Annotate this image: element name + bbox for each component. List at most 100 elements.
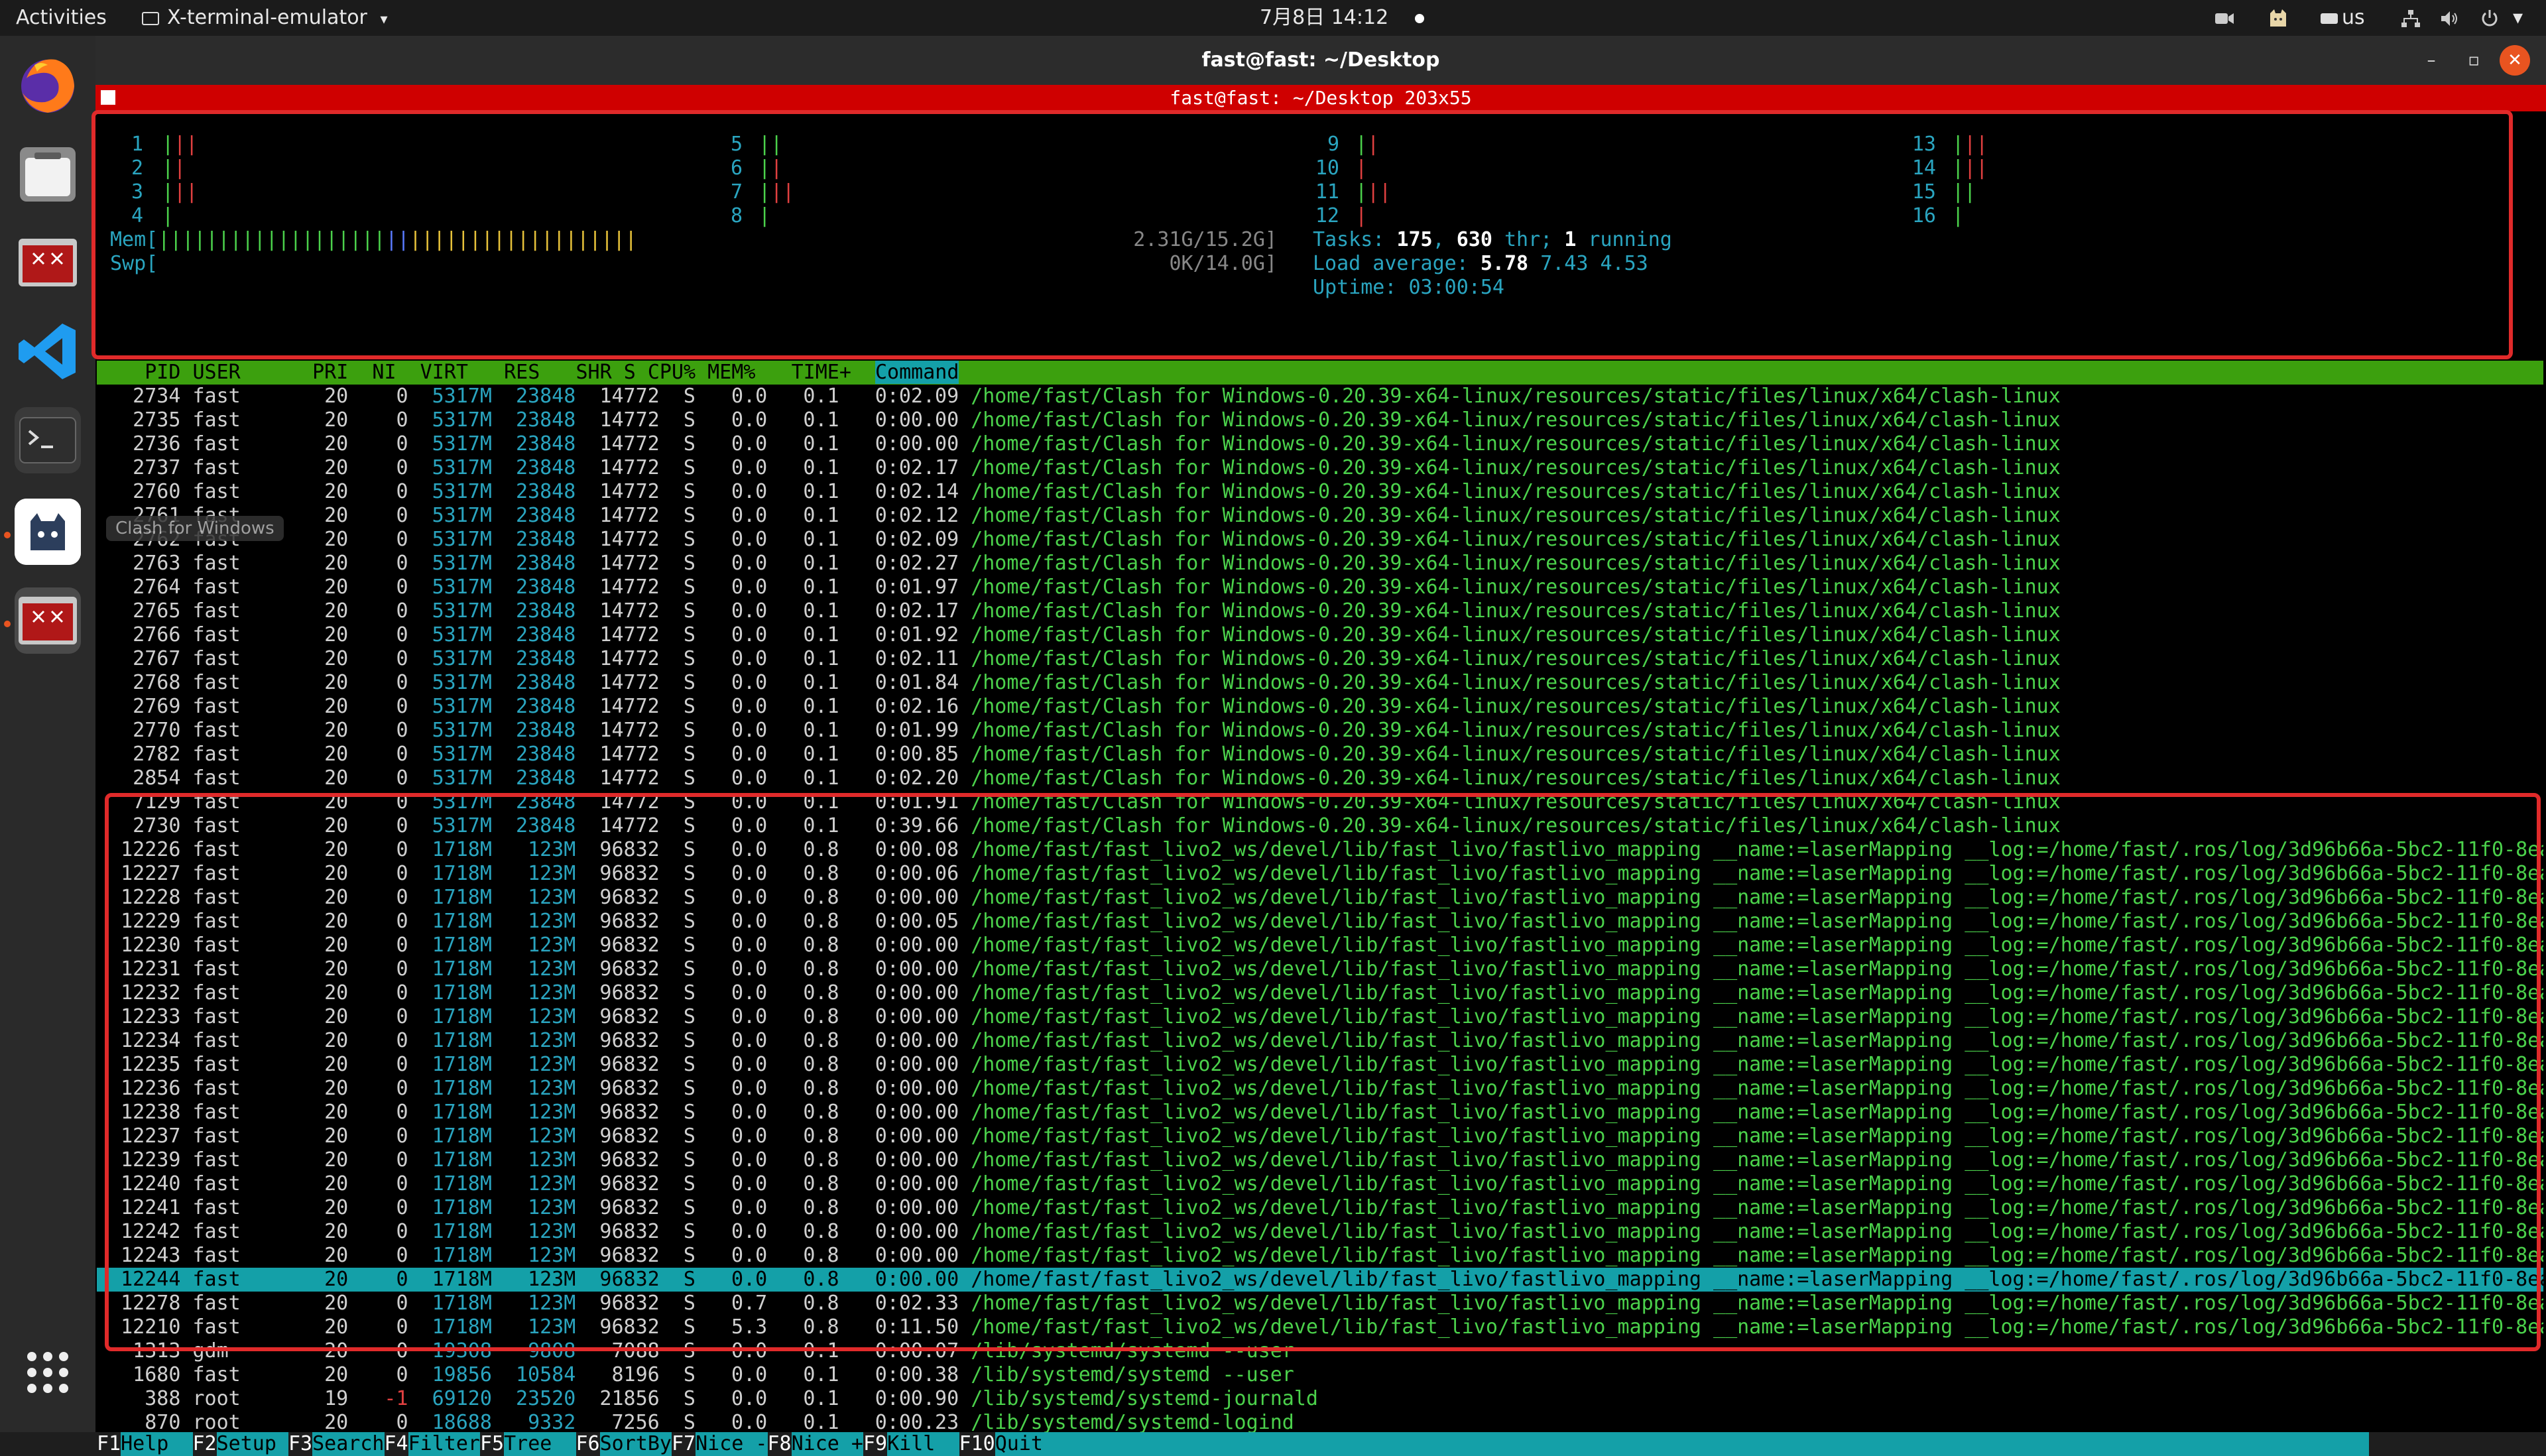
cell-pri: 20 (324, 647, 349, 670)
firefox-icon[interactable] (15, 52, 81, 118)
process-row[interactable]: 2760 fast 20 0 5317M 23848 14772 S 0.0 0.1 0:02.14… (97, 480, 2543, 504)
process-row[interactable]: 2736 fast 20 0 5317M 23848 14772 S 0.0 0.1 0:00.00… (97, 432, 2543, 456)
cell-res: 23848 (516, 504, 576, 527)
fkey-f2[interactable]: F2Setup (193, 1432, 288, 1456)
process-row[interactable]: 2737 fast 20 0 5317M 23848 14772 S 0.0 0.1 0:02.17… (97, 456, 2543, 480)
console-icon[interactable] (15, 407, 81, 473)
cell-user: fast (192, 671, 241, 694)
terminal-app-icon[interactable] (15, 229, 81, 296)
cell-cpu: 0.0 (731, 552, 768, 575)
process-row[interactable]: 2765 fast 20 0 5317M 23848 14772 S 0.0 0.1 0:02.17… (97, 599, 2543, 623)
camera-indicator-icon[interactable] (2214, 0, 2234, 36)
fkey-number: F8 (767, 1432, 792, 1455)
clash-for-windows-icon[interactable] (15, 499, 81, 565)
cell-s: S (683, 1363, 696, 1386)
cell-res: 23520 (516, 1387, 576, 1410)
cell-cpu: 0.0 (731, 695, 768, 718)
cell-virt: 5317M (432, 719, 492, 742)
header-command[interactable]: Command (875, 361, 959, 384)
fkey-f8[interactable]: F8Nice + (767, 1432, 863, 1456)
process-row[interactable]: 2734 fast 20 0 5317M 23848 14772 S 0.0 0.1 0:02.09… (97, 385, 2543, 408)
activities-button[interactable]: Activities (16, 0, 107, 36)
cell-virt: 18688 (432, 1411, 492, 1433)
cell-cpu: 0.0 (731, 385, 768, 408)
process-row[interactable]: 2768 fast 20 0 5317M 23848 14772 S 0.0 0.1 0:01.84… (97, 671, 2543, 695)
process-row[interactable]: 2767 fast 20 0 5317M 23848 14772 S 0.0 0.1 0:02.11… (97, 647, 2543, 671)
cell-mem: 0.1 (803, 480, 839, 503)
cell-pid: 2767 (133, 647, 181, 670)
process-row[interactable]: 2764 fast 20 0 5317M 23848 14772 S 0.0 0.1 0:01.97… (97, 576, 2543, 599)
cell-virt: 5317M (432, 599, 492, 623)
minimize-icon[interactable]: – (2416, 45, 2447, 76)
close-icon[interactable]: ✕ (2500, 45, 2530, 76)
process-row[interactable]: 2782 fast 20 0 5317M 23848 14772 S 0.0 0.1 0:00.85… (97, 743, 2543, 766)
fkey-f7[interactable]: F7Nice - (672, 1432, 768, 1456)
cell-time: 0:02.14 (875, 480, 959, 503)
process-row[interactable]: 2770 fast 20 0 5317M 23848 14772 S 0.0 0.1 0:01.99… (97, 719, 2543, 743)
xterm-menu-icon[interactable] (101, 90, 115, 105)
cell-cpu: 0.0 (731, 766, 768, 790)
chevron-down-icon[interactable]: ▾ (2513, 0, 2523, 36)
cell-shr: 14772 (599, 456, 660, 479)
process-row[interactable]: 2763 fast 20 0 5317M 23848 14772 S 0.0 0.1 0:02.27… (97, 552, 2543, 576)
cell-pri: 20 (324, 743, 349, 766)
fkey-f6[interactable]: F6SortBy (576, 1432, 672, 1456)
cell-pri: 20 (324, 408, 349, 432)
fkey-f1[interactable]: F1Help (97, 1432, 193, 1456)
cell-ni: 0 (396, 671, 408, 694)
cell-shr: 14772 (599, 504, 660, 527)
fkey-f9[interactable]: F9Kill (863, 1432, 959, 1456)
cell-shr: 14772 (599, 552, 660, 575)
fkey-f3[interactable]: F3Search (288, 1432, 385, 1456)
process-row[interactable]: 388 root 19 -1 69120 23520 21856 S 0.0 0.1 0:00.90… (97, 1387, 2543, 1411)
cell-cmd: /home/fast/Clash for Windows-0.20.39-x64… (971, 385, 2061, 408)
cell-mem: 0.1 (803, 552, 839, 575)
cell-cmd: /home/fast/Clash for Windows-0.20.39-x64… (971, 695, 2061, 718)
process-row[interactable]: 1680 fast 20 0 19856 10584 8196 S 0.0 0.1 0:00.38 /… (97, 1363, 2543, 1387)
process-row[interactable]: 2769 fast 20 0 5317M 23848 14772 S 0.0 0.1 0:02.16… (97, 695, 2543, 719)
clash-tray-icon[interactable] (2268, 0, 2289, 36)
fkey-f10[interactable]: F10Quit (959, 1432, 1043, 1456)
cell-cmd: /home/fast/Clash for Windows-0.20.39-x64… (971, 576, 2061, 599)
cell-time: 0:01.99 (875, 719, 959, 742)
cell-res: 23848 (516, 552, 576, 575)
cell-pri: 20 (324, 1363, 349, 1386)
process-row[interactable]: 2735 fast 20 0 5317M 23848 14772 S 0.0 0.1 0:00.00… (97, 408, 2543, 432)
fkey-f5[interactable]: F5Tree (480, 1432, 576, 1456)
network-icon[interactable] (2400, 0, 2421, 36)
cell-cpu: 0.0 (731, 480, 768, 503)
process-row[interactable]: 2762fast2005317M2384814772S0.00.10:02.09… (97, 528, 2543, 552)
process-row[interactable]: 870 root 20 0 18688 9332 7256 S 0.0 0.1 0:00.23/li… (97, 1411, 2543, 1433)
cell-res: 23848 (516, 599, 576, 623)
clock-label: 7月8日 14:12 (1260, 6, 1389, 29)
files-icon[interactable] (15, 141, 81, 207)
cell-res: 23848 (516, 408, 576, 432)
cell-shr: 21856 (599, 1387, 660, 1410)
show-apps-grid-icon[interactable] (15, 1339, 81, 1406)
clock[interactable]: 7月8日 14:12 (1260, 0, 1424, 36)
process-row[interactable]: 2766 fast 20 0 5317M 23848 14772 S 0.0 0.1 0:01.92… (97, 623, 2543, 647)
window-titlebar[interactable]: fast@fast: ~/Desktop – ▫ ✕ (95, 36, 2546, 85)
keyboard-icon (2321, 13, 2338, 24)
fkey-f4[interactable]: F4Filter (385, 1432, 480, 1456)
header-columns[interactable]: PID USER PRI NI VIRT RES SHR S CPU% MEM%… (97, 361, 875, 384)
cell-user: fast (192, 408, 241, 432)
cell-pri: 20 (324, 456, 349, 479)
cell-cmd: /lib/systemd/systemd-journald (971, 1387, 1318, 1410)
process-row[interactable]: 2761fast2005317M2384814772S0.00.10:02.12… (97, 504, 2543, 528)
app-menu[interactable]: X-terminal-emulator ▾ (142, 0, 387, 36)
process-table-header[interactable]: PID USER PRI NI VIRT RES SHR S CPU% MEM%… (97, 361, 2543, 385)
volume-icon[interactable] (2440, 0, 2460, 36)
vscode-icon[interactable] (15, 318, 81, 385)
terminal-app-icon-active[interactable] (15, 587, 81, 654)
fkey-number: F7 (672, 1432, 696, 1455)
cell-user: fast (192, 480, 241, 503)
power-icon[interactable] (2480, 0, 2500, 36)
keyboard-layout[interactable]: us (2321, 0, 2365, 36)
cell-res: 23848 (516, 647, 576, 670)
cell-shr: 7256 (611, 1411, 660, 1433)
cell-pid: 388 (145, 1387, 181, 1410)
maximize-icon[interactable]: ▫ (2458, 45, 2489, 76)
process-row[interactable]: 2854 fast 20 0 5317M 23848 14772 S 0.0 0.1 0:02.20… (97, 766, 2543, 790)
cell-cpu: 0.0 (731, 408, 768, 432)
